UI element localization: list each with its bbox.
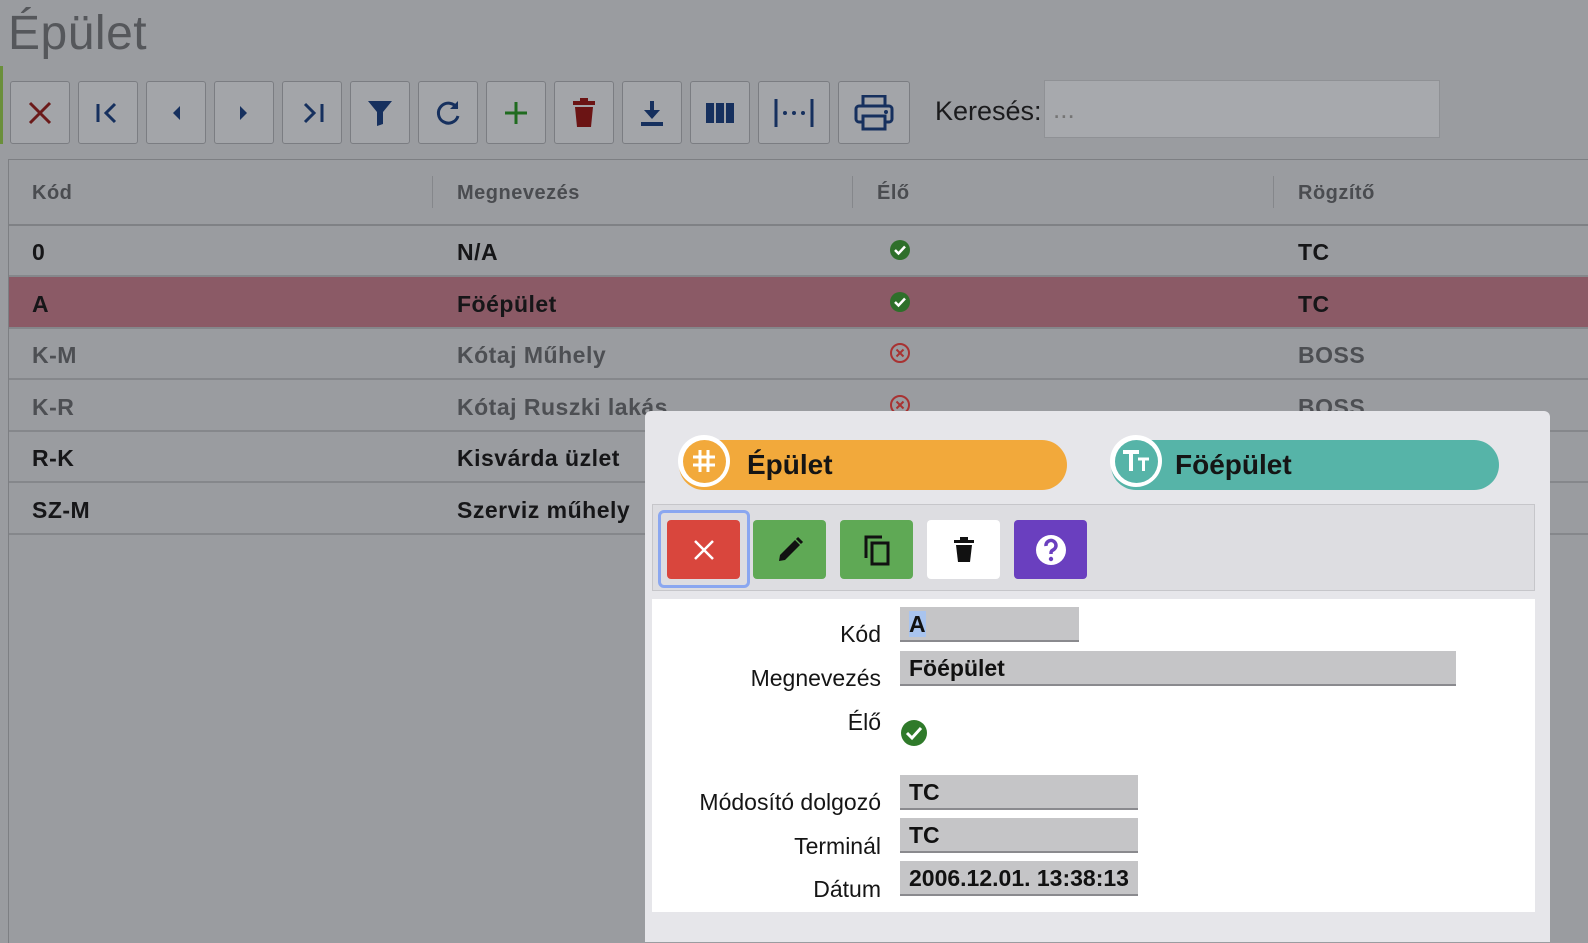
download-button[interactable] — [622, 81, 682, 144]
cell-kod: SZ-M — [32, 496, 91, 523]
terminal-label: Terminál — [794, 833, 881, 859]
table-row[interactable]: 0 N/A TC — [9, 225, 1588, 277]
copy-button[interactable] — [840, 520, 913, 579]
cell-kod: 0 — [32, 239, 46, 265]
cell-kod: K-R — [32, 393, 75, 420]
table-row[interactable]: K-M Kótaj Műhely BOSS — [9, 328, 1588, 380]
edit-button[interactable] — [753, 520, 826, 579]
entity-pill: Épület — [678, 435, 1067, 490]
filter-icon — [368, 100, 392, 126]
left-accent — [0, 66, 3, 144]
record-pill-label: Föépület — [1175, 449, 1292, 480]
megnevezes-label: Megnevezés — [750, 665, 881, 691]
search-input[interactable] — [1044, 80, 1440, 138]
kod-value: A — [909, 611, 926, 637]
entity-pill-badge — [678, 435, 730, 487]
record-dialog: Épület Föépület Kód A Megnevezés Föépüle… — [645, 411, 1550, 942]
column-separator[interactable] — [852, 176, 853, 208]
modosito-field[interactable]: TC — [900, 775, 1138, 810]
column-header-rogzito[interactable]: Rögzítő — [1298, 182, 1375, 205]
plus-icon — [505, 101, 527, 124]
check-circle-icon — [889, 291, 911, 313]
kod-field[interactable]: A — [900, 607, 1079, 642]
trash-icon — [953, 536, 974, 562]
first-record-button[interactable] — [78, 81, 138, 144]
close-button[interactable] — [10, 81, 70, 144]
refresh-button[interactable] — [418, 81, 478, 144]
fit-width-icon — [774, 98, 814, 127]
next-record-button[interactable] — [214, 81, 274, 144]
column-separator[interactable] — [1273, 176, 1274, 208]
cell-rogzito: TC — [1298, 239, 1330, 265]
cell-kod: K-M — [32, 342, 77, 368]
cell-rogzito: BOSS — [1298, 342, 1366, 368]
next-icon — [240, 105, 247, 120]
column-header-megnevezes[interactable]: Megnevezés — [457, 182, 580, 205]
modosito-label: Módosító dolgozó — [699, 789, 881, 815]
cell-kod: A — [32, 290, 50, 317]
cell-megnevezes: Föépület — [457, 290, 557, 317]
kod-label: Kód — [840, 621, 881, 647]
copy-icon — [864, 535, 889, 565]
prev-record-button[interactable] — [146, 81, 206, 144]
columns-button[interactable] — [690, 81, 750, 144]
record-pill: Föépület — [1110, 435, 1499, 490]
search-label: Keresés: — [935, 96, 1042, 126]
elo-checkbox[interactable] — [900, 719, 928, 747]
table-row[interactable]: A Föépület TC — [9, 276, 1588, 329]
record-form: Kód A Megnevezés Föépület Élő Módosító d… — [652, 599, 1535, 912]
download-icon — [641, 100, 663, 126]
cell-megnevezes: Szerviz műhely — [457, 496, 631, 523]
filter-button[interactable] — [350, 81, 410, 144]
trash-icon — [573, 97, 595, 127]
dialog-close-button[interactable] — [667, 520, 740, 579]
dialog-delete-button[interactable] — [927, 520, 1000, 579]
elo-label: Élő — [847, 709, 881, 735]
datum-label: Dátum — [813, 876, 881, 902]
page-title: Épület — [8, 7, 148, 60]
cell-rogzito: TC — [1298, 290, 1330, 317]
check-circle-icon — [889, 239, 911, 261]
print-button[interactable] — [838, 81, 910, 144]
column-header-kod[interactable]: Kód — [32, 182, 72, 205]
hash-icon — [682, 439, 726, 483]
entity-pill-label: Épület — [747, 449, 833, 480]
terminal-field[interactable]: TC — [900, 818, 1138, 853]
close-icon — [28, 101, 52, 124]
datum-field[interactable]: 2006.12.01. 13:38:13 — [900, 861, 1138, 896]
cell-megnevezes: Kótaj Műhely — [457, 342, 607, 368]
grid-header: Kód Megnevezés Élő Rögzítő — [9, 160, 1588, 226]
first-page-icon — [96, 102, 117, 123]
record-pill-badge — [1110, 435, 1162, 487]
columns-icon — [706, 102, 734, 123]
delete-button[interactable] — [554, 81, 614, 144]
prev-icon — [173, 105, 180, 120]
column-header-elo[interactable]: Élő — [877, 182, 910, 205]
cell-megnevezes: N/A — [457, 239, 499, 265]
help-icon — [1035, 534, 1066, 565]
close-icon — [693, 539, 714, 560]
text-icon — [1114, 439, 1158, 483]
last-record-button[interactable] — [282, 81, 342, 144]
x-circle-icon — [889, 342, 911, 364]
fit-width-button[interactable] — [758, 81, 830, 144]
print-icon — [854, 94, 894, 130]
help-button[interactable] — [1014, 520, 1087, 579]
megnevezes-field[interactable]: Föépület — [900, 651, 1456, 686]
pencil-icon — [778, 536, 803, 561]
cell-megnevezes: Kótaj Ruszki lakás — [457, 393, 668, 420]
cell-megnevezes: Kisvárda üzlet — [457, 445, 620, 471]
cell-kod: R-K — [32, 445, 75, 471]
dialog-toolbar — [652, 504, 1535, 591]
column-separator[interactable] — [432, 176, 433, 208]
refresh-icon — [436, 100, 460, 125]
add-button[interactable] — [486, 81, 546, 144]
last-page-icon — [303, 102, 324, 123]
